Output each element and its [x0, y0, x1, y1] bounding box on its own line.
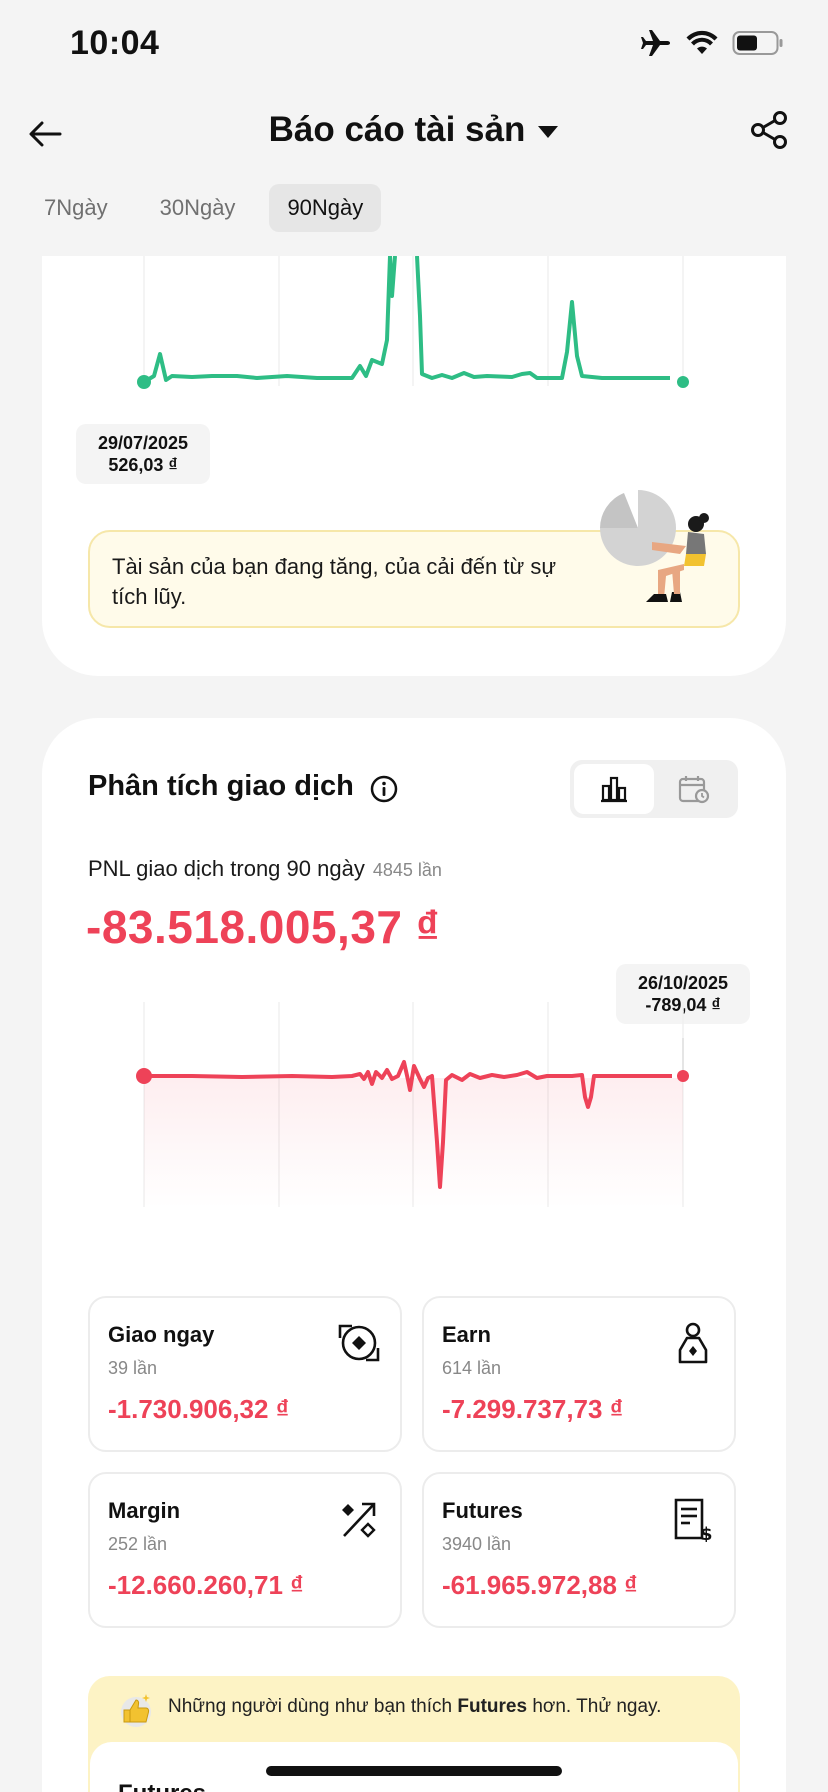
stat-count: 39 lần: [108, 1358, 158, 1378]
tab-7-days[interactable]: 7Ngày: [26, 184, 126, 232]
promo-highlight: Futures: [457, 1696, 528, 1717]
tab-30-days[interactable]: 30Ngày: [142, 184, 254, 232]
stat-name: Earn: [442, 1322, 491, 1347]
trade-analysis-card: Phân tích giao dịch PNL giao dịch trong …: [42, 718, 786, 1792]
promo-text-after: hơn. Thử ngay.: [532, 1696, 662, 1717]
stat-value: -1.730.906,32 ₫: [108, 1394, 290, 1424]
pnl-start-point: [136, 1068, 152, 1084]
asset-line: [142, 256, 670, 384]
status-bar: 10:04: [0, 0, 828, 90]
asset-tooltip-date: 29/07/2025: [97, 433, 189, 453]
thumbs-up-icon: [121, 1694, 151, 1727]
page-title-dropdown[interactable]: Báo cáo tài sản: [0, 110, 828, 150]
asset-report-card: 29/07/2025 526,03 ₫ Tài sản của bạn đang…: [42, 256, 786, 676]
margin-icon: [342, 1502, 376, 1538]
section-title: Phân tích giao dịch: [88, 770, 354, 802]
stat-count: 252 lần: [108, 1534, 168, 1554]
svg-text:$: $: [700, 1524, 713, 1542]
pnl-label: PNL giao dịch trong 90 ngày 4845 lần: [88, 856, 442, 882]
pnl-count: 4845 lần: [372, 860, 442, 880]
status-time: 10:04: [70, 24, 160, 62]
stat-card-earn[interactable]: Earn 614 lần -7.299.737,73 ₫: [422, 1296, 736, 1452]
spot-icon: [338, 1324, 380, 1362]
info-icon[interactable]: [370, 775, 398, 803]
caret-down-icon: [538, 125, 559, 138]
period-tabs: 7Ngày 30Ngày 90Ngày: [26, 184, 382, 232]
pnl-end-point: [677, 1070, 689, 1082]
stat-value: -12.660.260,71 ₫: [108, 1570, 304, 1600]
promo-text-before: Những người dùng như bạn thích: [168, 1696, 453, 1717]
home-indicator: [266, 1766, 562, 1776]
asset-line-chart[interactable]: [42, 256, 786, 416]
status-icons: [640, 28, 784, 58]
stat-count: 614 lần: [442, 1358, 502, 1378]
stat-name: Giao ngay: [108, 1322, 215, 1347]
promo-text: Những người dùng như bạn thích Futures h…: [168, 1696, 661, 1718]
stat-name: Margin: [108, 1498, 181, 1523]
asset-end-point: [677, 376, 689, 388]
airplane-icon: [641, 30, 670, 56]
view-toggle: [570, 760, 738, 818]
promo-card-label: Futures: [118, 1780, 206, 1792]
share-icon[interactable]: [750, 110, 790, 150]
stat-name: Futures: [442, 1498, 523, 1523]
asset-notice-text: Tài sản của bạn đang tăng, của cải đến t…: [112, 554, 557, 609]
stat-card-futures[interactable]: Futures 3940 lần -61.965.972,88 ₫ $: [422, 1472, 736, 1628]
futures-icon: $: [674, 1498, 713, 1542]
stat-value: -61.965.972,88 ₫: [442, 1570, 638, 1600]
calendar-clock-icon: [678, 776, 710, 804]
pnl-total-value: -83.518.005,37 ₫: [86, 901, 440, 953]
bar-chart-icon: [601, 776, 627, 803]
stat-card-margin[interactable]: Margin 252 lần -12.660.260,71 ₫: [88, 1472, 402, 1628]
stat-count: 3940 lần: [442, 1534, 512, 1554]
page-title: Báo cáo tài sản: [268, 110, 526, 149]
asset-chart-tooltip: 29/07/2025 526,03 ₫: [76, 424, 210, 484]
wifi-icon: [686, 30, 718, 54]
tab-90-days[interactable]: 90Ngày: [269, 184, 382, 232]
calendar-view-button[interactable]: [654, 764, 734, 814]
asset-tooltip-value: 526,03 ₫: [108, 455, 178, 475]
stat-value: -7.299.737,73 ₫: [442, 1394, 624, 1424]
asset-start-point: [137, 375, 151, 389]
bar-chart-view-button[interactable]: [574, 764, 654, 814]
pnl-line-chart[interactable]: [42, 982, 786, 1222]
asset-notice: Tài sản của bạn đang tăng, của cải đến t…: [88, 490, 740, 628]
battery-icon: [732, 31, 783, 55]
stat-card-spot[interactable]: Giao ngay 39 lần -1.730.906,32 ₫: [88, 1296, 402, 1452]
pnl-label-text: PNL giao dịch trong 90 ngày: [88, 856, 365, 881]
nav-bar: Báo cáo tài sản: [0, 96, 828, 170]
person-pie-illustration: [600, 490, 709, 602]
earn-icon: [678, 1322, 708, 1364]
